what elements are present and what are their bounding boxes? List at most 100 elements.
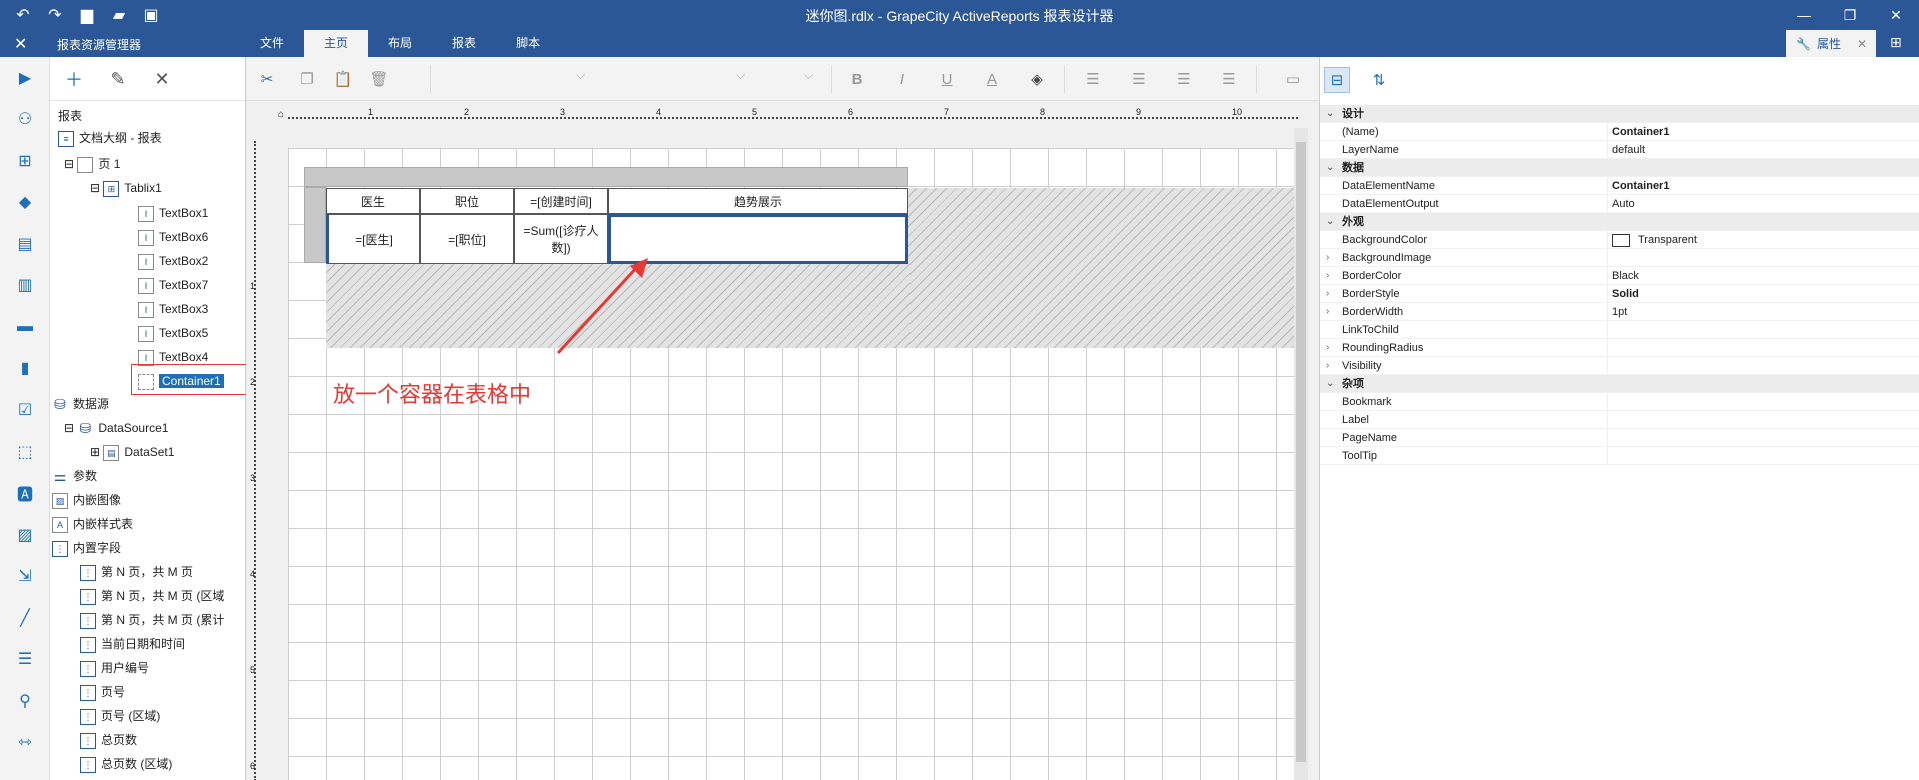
pointer-icon[interactable]: ▶ bbox=[13, 66, 37, 90]
font-combo-chevron-icon[interactable]: ⌵ bbox=[736, 68, 745, 90]
expand-icon[interactable]: › bbox=[1326, 267, 1329, 285]
property-row[interactable]: (Name) Container1 bbox=[1320, 123, 1919, 141]
property-row[interactable]: › Visibility bbox=[1320, 357, 1919, 375]
tree-textbox[interactable]: I TextBox6 bbox=[138, 226, 208, 248]
property-row[interactable]: LayerName default bbox=[1320, 141, 1919, 159]
justify-icon[interactable]: ☰ bbox=[1218, 68, 1240, 90]
property-row[interactable]: LinkToChild bbox=[1320, 321, 1919, 339]
align-left-icon[interactable]: ☰ bbox=[1082, 68, 1104, 90]
table-row-handles[interactable] bbox=[304, 187, 326, 263]
tree-parameters[interactable]: ⚌ 参数 bbox=[52, 465, 97, 487]
size-combo-chevron-icon[interactable]: ⌵ bbox=[804, 68, 813, 90]
report-canvas[interactable]: 医生 职位 =[创建时间] 趋势展示 =[医生] =[职位] =Sum([诊疗人… bbox=[288, 148, 1294, 780]
close-properties-icon[interactable]: ✕ bbox=[1857, 37, 1867, 51]
tree-field[interactable]: ⋮ 总页数 bbox=[80, 729, 137, 751]
tree-textbox[interactable]: I TextBox7 bbox=[138, 274, 208, 296]
tab-file[interactable]: 文件 bbox=[240, 30, 304, 57]
collapse-icon[interactable]: ⊟ bbox=[90, 181, 103, 195]
tree-datasources[interactable]: ⛁ 数据源 bbox=[52, 393, 109, 415]
property-row[interactable]: Bookmark bbox=[1320, 393, 1919, 411]
property-value[interactable]: Black bbox=[1612, 267, 1639, 285]
property-row[interactable]: › BackgroundImage bbox=[1320, 249, 1919, 267]
header-cell-doctor[interactable]: 医生 bbox=[326, 188, 420, 214]
style-combo-chevron-icon[interactable]: ⌵ bbox=[576, 68, 585, 90]
table-tool-icon[interactable]: ▤ bbox=[13, 232, 37, 256]
tree-field[interactable]: ⋮ 用户编号 bbox=[80, 657, 149, 679]
scroll-thumb[interactable] bbox=[1296, 142, 1306, 762]
hierarchy-icon[interactable]: ⚇ bbox=[13, 107, 37, 131]
tree-datasource1[interactable]: ⊟ ⛁ DataSource1 bbox=[64, 417, 168, 439]
tree-field[interactable]: ⋮ 总页数 (区域) bbox=[80, 753, 172, 775]
tree-field[interactable]: ⋮ 第 N 页，共 M 页 (累计 bbox=[80, 609, 224, 631]
tree-root[interactable]: 报表 bbox=[58, 105, 82, 127]
align-center-icon[interactable]: ☰ bbox=[1128, 68, 1150, 90]
tab-script[interactable]: 脚本 bbox=[496, 30, 560, 57]
tree-textbox[interactable]: I TextBox1 bbox=[138, 202, 208, 224]
underline-button[interactable]: U bbox=[936, 68, 958, 90]
barcode-icon[interactable]: ▥ bbox=[13, 273, 37, 297]
expand-icon[interactable]: › bbox=[1326, 249, 1329, 267]
tab-layout[interactable]: 布局 bbox=[368, 30, 432, 57]
bullet-icon[interactable]: ▬ bbox=[13, 315, 37, 339]
property-value[interactable]: Transparent bbox=[1612, 231, 1697, 249]
tree-page[interactable]: ⊟ 页 1 bbox=[64, 153, 120, 175]
tree-embedded-images[interactable]: ▨ 内嵌图像 bbox=[52, 489, 121, 511]
property-row[interactable]: › BorderColor Black bbox=[1320, 267, 1919, 285]
detail-cell-doctor[interactable]: =[医生] bbox=[326, 214, 420, 264]
container-cell[interactable] bbox=[608, 214, 908, 264]
paste-icon[interactable]: 📋 bbox=[332, 68, 354, 90]
bold-button[interactable]: B bbox=[846, 68, 868, 90]
header-cell-position[interactable]: 职位 bbox=[420, 188, 514, 214]
map-tool-icon[interactable]: ⚲ bbox=[13, 689, 37, 713]
property-row[interactable]: DataElementOutput Auto bbox=[1320, 195, 1919, 213]
tree-field[interactable]: ⋮ 页号 (区域) bbox=[80, 705, 160, 727]
line-tool-icon[interactable]: ╱ bbox=[13, 606, 37, 630]
tree-embedded-styles[interactable]: A 内嵌样式表 bbox=[52, 513, 133, 535]
align-right-icon[interactable]: ☰ bbox=[1173, 68, 1195, 90]
layers-icon[interactable]: ◆ bbox=[13, 190, 37, 214]
header-cell-trend[interactable]: 趋势展示 bbox=[608, 188, 908, 214]
pin-icon[interactable]: ⊞ bbox=[1890, 34, 1902, 51]
border-icon[interactable]: ▭ bbox=[1282, 68, 1304, 90]
delete-item-icon[interactable]: 🗑 bbox=[368, 68, 390, 90]
property-row[interactable]: › BorderWidth 1pt bbox=[1320, 303, 1919, 321]
restore-button[interactable]: ❐ bbox=[1827, 0, 1873, 30]
edit-icon[interactable]: ✎ bbox=[106, 67, 130, 91]
tree-dataset1[interactable]: ⊞ ▤ DataSet1 bbox=[90, 441, 174, 463]
property-value[interactable]: 1pt bbox=[1612, 303, 1627, 321]
expand-icon[interactable]: ⊞ bbox=[90, 445, 103, 459]
property-category[interactable]: ⌄ 设计 bbox=[1320, 105, 1919, 123]
fill-color-icon[interactable]: ◈ bbox=[1026, 68, 1048, 90]
close-window-button[interactable]: ✕ bbox=[1873, 0, 1919, 30]
expand-icon[interactable]: › bbox=[1326, 339, 1329, 357]
property-value[interactable]: default bbox=[1612, 141, 1645, 159]
property-row[interactable]: Label bbox=[1320, 411, 1919, 429]
minimize-button[interactable]: — bbox=[1781, 0, 1827, 30]
vertical-scrollbar[interactable] bbox=[1294, 128, 1308, 780]
copy-icon[interactable]: ❐ bbox=[296, 68, 318, 90]
textbox-tool-icon[interactable]: 🅰 bbox=[13, 481, 37, 505]
tab-home[interactable]: 主页 bbox=[304, 30, 369, 57]
collapse-icon[interactable]: ⌄ bbox=[1326, 105, 1334, 123]
expand-icon[interactable]: › bbox=[1326, 285, 1329, 303]
property-value[interactable]: Solid bbox=[1612, 285, 1639, 303]
tree-textbox[interactable]: I TextBox2 bbox=[138, 250, 208, 272]
collapse-icon[interactable]: ⊟ bbox=[64, 157, 77, 171]
header-cell-date[interactable]: =[创建时间] bbox=[514, 188, 608, 214]
expand-icon[interactable]: › bbox=[1326, 303, 1329, 321]
tree-outline[interactable]: ≡ 文档大纲 - 报表 bbox=[58, 127, 162, 149]
tree-tablix[interactable]: ⊟ ⊞ Tablix1 bbox=[90, 177, 162, 199]
delete-icon[interactable]: ✕ bbox=[150, 67, 174, 91]
collapse-icon[interactable]: ⌄ bbox=[1326, 213, 1334, 231]
property-row[interactable]: DataElementName Container1 bbox=[1320, 177, 1919, 195]
tree-field[interactable]: ⋮ 第 N 页，共 M 页 (区域 bbox=[80, 585, 224, 607]
overflow-tool-icon[interactable]: ⇿ bbox=[13, 730, 37, 754]
list-tool-icon[interactable]: ☰ bbox=[13, 647, 37, 671]
close-explorer-icon[interactable]: ✕ bbox=[14, 34, 27, 54]
property-row[interactable]: › BorderStyle Solid bbox=[1320, 285, 1919, 303]
table-column-handles[interactable] bbox=[304, 167, 908, 187]
property-value[interactable]: Auto bbox=[1612, 195, 1635, 213]
tree-builtin-fields[interactable]: ⋮ 内置字段 bbox=[52, 537, 121, 559]
properties-tab[interactable]: 🔧 属性 ✕ bbox=[1786, 30, 1876, 57]
checkbox-icon[interactable]: ☑ bbox=[13, 398, 37, 422]
